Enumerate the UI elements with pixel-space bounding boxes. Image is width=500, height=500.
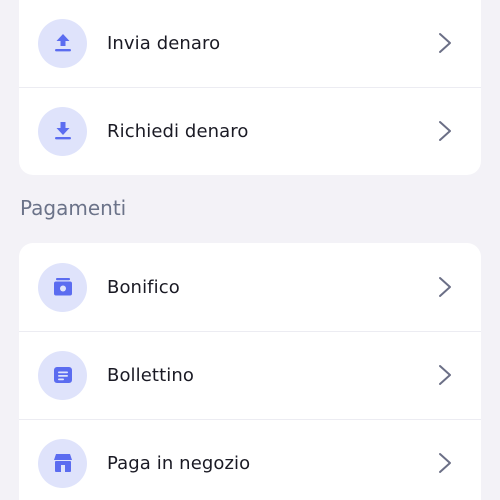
- payment-slip-icon: [38, 350, 87, 400]
- pay-in-store-row[interactable]: Paga in negozio: [19, 419, 481, 500]
- transfer-actions-card: Invia denaro Richiedi denaro: [19, 0, 481, 175]
- chevron-right-icon: [435, 121, 455, 141]
- bank-transfer-row[interactable]: Bonifico: [19, 243, 481, 331]
- bank-transfer-label: Bonifico: [107, 276, 180, 298]
- payment-slip-label: Bollettino: [107, 364, 194, 386]
- chevron-right-icon: [435, 33, 455, 53]
- send-money-row[interactable]: Invia denaro: [19, 0, 481, 87]
- request-money-label: Richiedi denaro: [107, 120, 249, 142]
- chevron-right-icon: [435, 277, 455, 297]
- store-icon: [38, 438, 87, 488]
- bank-transfer-icon: [38, 262, 87, 312]
- chevron-right-icon: [435, 365, 455, 385]
- request-money-row[interactable]: Richiedi denaro: [19, 87, 481, 175]
- payments-screen: Invia denaro Richiedi denaro Pagamenti B…: [0, 0, 500, 500]
- payment-slip-row[interactable]: Bollettino: [19, 331, 481, 419]
- pay-in-store-label: Paga in negozio: [107, 452, 251, 474]
- section-title-payments: Pagamenti: [20, 196, 127, 220]
- download-icon: [38, 106, 87, 156]
- upload-icon: [38, 18, 87, 68]
- chevron-right-icon: [435, 453, 455, 473]
- send-money-label: Invia denaro: [107, 32, 221, 54]
- payments-card: Bonifico Bollettino Paga in negozio: [19, 243, 481, 500]
